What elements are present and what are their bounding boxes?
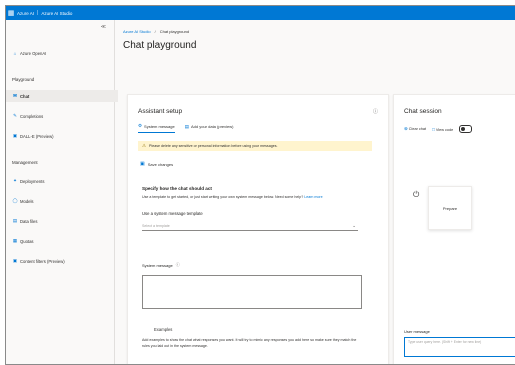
page-title: Chat playground xyxy=(123,40,197,51)
sidebar-item-content-filters[interactable]: ▣ Content filters (Preview) xyxy=(12,255,65,267)
sidebar-item-label: Quotas xyxy=(20,238,34,244)
user-message-input[interactable]: Type user query here. (Shift + Enter for… xyxy=(404,337,515,357)
completions-icon: ✎ xyxy=(13,113,17,118)
collapse-sidebar-icon[interactable]: ≪ xyxy=(101,24,106,30)
sidebar-item-quotas[interactable]: ▦ Quotas xyxy=(12,235,34,247)
sidebar: ≪ ⌂ Azure OpenAI Playground ✉ Chat ✎ Com… xyxy=(6,20,118,364)
learn-more-link[interactable]: Learn more xyxy=(304,195,322,199)
assistant-message-bubble: Prepare xyxy=(428,186,472,230)
system-message-label-row: System message ⓘ xyxy=(142,262,180,268)
sidebar-item-dalle[interactable]: ▣ DALL-E (Preview) xyxy=(12,130,54,142)
chat-session-panel: Chat session ⊗Clear chat □View code ⏻ Pr… xyxy=(393,94,515,364)
sidebar-item-label: Azure OpenAI xyxy=(20,50,47,56)
tab-system-message[interactable]: ⚙ System message xyxy=(138,123,175,133)
template-label: Use a system message template xyxy=(142,211,203,216)
breadcrumb-separator: / xyxy=(154,29,156,34)
sidebar-heading-playground: Playground xyxy=(12,77,35,82)
clear-chat-button[interactable]: ⊗Clear chat xyxy=(404,126,426,132)
code-icon: □ xyxy=(432,126,435,132)
raw-json-toggle[interactable] xyxy=(459,125,473,133)
system-message-icon: ⚙ xyxy=(138,123,143,128)
view-code-label: View code xyxy=(435,127,454,132)
tab-label: System message xyxy=(144,123,175,129)
files-icon: ▤ xyxy=(12,218,18,223)
filter-icon: ▣ xyxy=(12,258,18,263)
warning-banner: ⚠ Please delete any sensitive or persona… xyxy=(138,141,372,151)
sidebar-item-azure-openai[interactable]: ⌂ Azure OpenAI xyxy=(12,47,47,59)
info-icon[interactable]: ⓘ xyxy=(373,108,378,115)
breadcrumb-current: Chat playground xyxy=(159,29,190,34)
tab-add-your-data[interactable]: ▤ Add your data (preview) xyxy=(185,123,234,133)
specify-description: Use a template to get started, or just s… xyxy=(142,195,362,200)
specify-heading: Specify how the chat should act xyxy=(142,186,212,191)
home-icon: ⌂ xyxy=(13,50,17,56)
examples-heading[interactable]: Examples xyxy=(154,327,172,332)
sidebar-item-label: DALL-E (Preview) xyxy=(20,133,54,139)
app-window: ▦ Azure AI | Azure AI Studio ≪ ⌂ Azure O… xyxy=(5,5,515,365)
bubble-text: Prepare xyxy=(442,205,458,211)
top-bar: ▦ Azure AI | Azure AI Studio xyxy=(6,6,515,20)
image-icon: ▣ xyxy=(12,133,18,138)
assistant-icon: ⏻ xyxy=(413,190,420,199)
save-changes-button[interactable]: ▣ Save changes xyxy=(140,161,173,167)
save-icon: ▣ xyxy=(140,161,145,167)
sidebar-item-models[interactable]: ◯ Models xyxy=(12,195,34,207)
sidebar-item-label: Chat xyxy=(20,93,30,99)
sidebar-heading-management: Management xyxy=(12,160,38,165)
sidebar-item-deployments[interactable]: ✦ Deployments xyxy=(12,175,44,187)
sidebar-item-label: Models xyxy=(20,198,34,204)
tab-label: Add your data (preview) xyxy=(191,124,234,129)
specify-text: Use a template to get started, or just s… xyxy=(142,195,304,199)
system-message-label: System message xyxy=(142,262,173,268)
user-message-label: User message xyxy=(404,329,430,334)
breadcrumb-home[interactable]: Azure AI Studio xyxy=(123,29,151,34)
waffle-icon[interactable]: ▦ xyxy=(6,6,16,20)
chat-toolbar: ⊗Clear chat □View code xyxy=(404,125,473,133)
chevron-down-icon: ⌄ xyxy=(352,222,356,228)
breadcrumb: Azure AI Studio / Chat playground xyxy=(123,29,189,34)
database-icon: ▤ xyxy=(184,123,189,129)
template-placeholder: Select a template xyxy=(142,223,170,228)
chat-session-title: Chat session xyxy=(404,108,442,115)
warning-icon: ⚠ xyxy=(142,143,147,148)
setup-tabs: ⚙ System message ▤ Add your data (previe… xyxy=(138,123,233,133)
assistant-setup-title: Assistant setup xyxy=(138,108,183,115)
examples-description: Add examples to show the chat what respo… xyxy=(142,338,357,348)
studio-name[interactable]: Azure AI Studio xyxy=(41,11,72,16)
view-code-button[interactable]: □View code xyxy=(432,127,453,132)
banner-text: Please delete any sensitive or personal … xyxy=(149,144,278,148)
chat-icon: ✉ xyxy=(13,93,17,98)
template-dropdown[interactable]: Select a template ⌄ xyxy=(142,221,358,231)
assistant-setup-panel: Assistant setup ⓘ ⚙ System message ▤ Add… xyxy=(127,94,389,364)
product-name[interactable]: Azure AI xyxy=(17,11,34,16)
sidebar-item-label: Data files xyxy=(20,218,38,224)
top-strip xyxy=(0,0,515,4)
sidebar-item-label: Deployments xyxy=(20,178,45,184)
sidebar-item-chat[interactable]: ✉ Chat xyxy=(6,90,118,102)
models-icon: ◯ xyxy=(12,198,18,203)
sidebar-item-label: Content filters (Preview) xyxy=(20,258,65,264)
save-label: Save changes xyxy=(147,161,174,167)
system-message-textarea[interactable] xyxy=(142,275,362,309)
sidebar-item-data-files[interactable]: ▤ Data files xyxy=(12,215,38,227)
quota-icon: ▦ xyxy=(12,238,18,243)
sidebar-item-completions[interactable]: ✎ Completions xyxy=(12,110,43,122)
deploy-icon: ✦ xyxy=(13,178,17,183)
broom-icon: ⊗ xyxy=(404,126,408,131)
clear-chat-label: Clear chat xyxy=(408,127,427,131)
sidebar-item-label: Completions xyxy=(20,113,44,119)
info-icon[interactable]: ⓘ xyxy=(176,262,180,268)
topbar-separator: | xyxy=(37,10,39,16)
